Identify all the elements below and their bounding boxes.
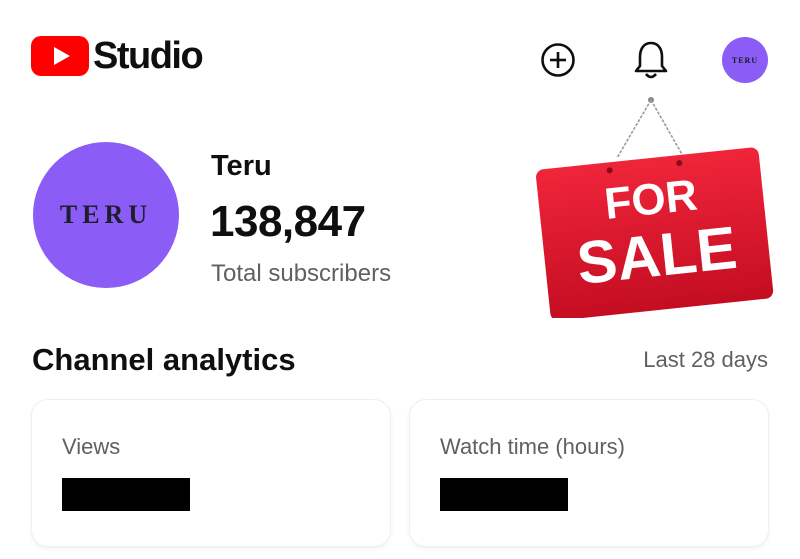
youtube-studio-logo[interactable]: Studio — [31, 34, 204, 77]
app-name: Studio — [93, 34, 204, 77]
account-avatar-text: TERU — [731, 55, 759, 65]
views-card[interactable]: Views — [32, 400, 390, 546]
youtube-logo-icon — [31, 36, 89, 76]
subscriber-label: Total subscribers — [211, 260, 392, 287]
analytics-title: Channel analytics — [32, 342, 296, 377]
add-circle-icon — [541, 43, 575, 77]
account-avatar[interactable]: TERU — [722, 37, 768, 83]
watch-time-card[interactable]: Watch time (hours) — [410, 400, 768, 546]
sign-strings — [616, 97, 684, 159]
views-label: Views — [62, 434, 121, 459]
watch-time-label: Watch time (hours) — [440, 434, 626, 459]
channel-avatar-text: TERU — [59, 200, 153, 229]
notifications-button[interactable] — [634, 40, 668, 79]
create-button[interactable] — [540, 42, 575, 77]
channel-avatar[interactable]: TERU — [33, 142, 179, 288]
channel-name: Teru — [211, 150, 272, 182]
analytics-period: Last 28 days — [643, 347, 768, 372]
subscriber-count: 138,847 — [210, 197, 366, 246]
views-value-redacted — [62, 478, 190, 511]
for-sale-sign: FOR SALE — [536, 97, 774, 318]
watch-time-value-redacted — [440, 478, 568, 511]
bell-icon — [634, 41, 668, 79]
